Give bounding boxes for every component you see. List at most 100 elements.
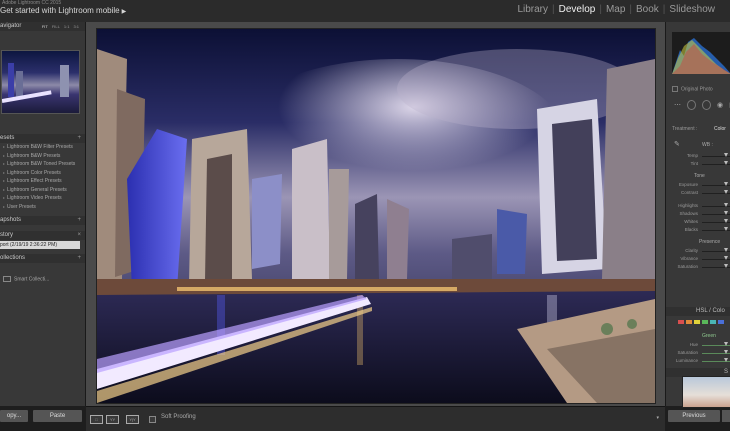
zoom-fit[interactable]: FIT (42, 22, 48, 31)
preset-folder[interactable]: ▸ Lightroom B&W Filter Presets (0, 143, 85, 152)
histogram[interactable] (672, 32, 730, 74)
whites-slider[interactable]: Whites (672, 218, 730, 226)
color-swatch-orange[interactable] (686, 320, 692, 324)
red-eye-icon[interactable]: ◉ (717, 101, 723, 109)
copy-settings-button[interactable]: opy... (0, 410, 28, 422)
color-swatch-green[interactable] (702, 320, 708, 324)
collections-title: ollections (0, 255, 26, 261)
identity-text: Get started with Lightroom mobile (0, 6, 120, 15)
original-photo-checkbox[interactable] (672, 86, 678, 92)
navigator-header[interactable]: avigator FIT FILL 1:1 3:1 (0, 22, 85, 31)
clear-history-icon[interactable]: × (77, 231, 81, 240)
color-swatch-red[interactable] (678, 320, 684, 324)
disclosure-triangle-icon: ▸ (3, 169, 6, 175)
slider-label: Tint (690, 161, 698, 166)
color-swatch-yellow[interactable] (694, 320, 700, 324)
collections-header[interactable]: ollections + (0, 254, 85, 263)
slider-label: Shadows (679, 211, 698, 216)
module-book[interactable]: Book (633, 4, 662, 15)
presets-title: esets (0, 135, 15, 141)
treatment-color-option[interactable]: Color (714, 126, 726, 132)
loupe-view-icon[interactable]: □ (90, 415, 103, 424)
navigator-zoom-modes: FIT FILL 1:1 3:1 (42, 22, 79, 31)
snapshots-title: apshots (0, 217, 22, 223)
hsl-title: HSL / Colo (696, 308, 725, 314)
exposure-slider[interactable]: Exposure (672, 181, 730, 189)
disclosure-triangle-icon: ▸ (3, 161, 6, 166)
before-after-split-icon[interactable]: Y|Y (126, 415, 139, 424)
presence-label: Presence (699, 239, 721, 245)
shadows-slider[interactable]: Shadows (672, 210, 730, 218)
soft-proofing-checkbox[interactable] (149, 416, 156, 423)
disclosure-triangle-icon: ▸ (3, 152, 6, 158)
smart-collection-item[interactable]: Smart Collecti... (3, 276, 49, 282)
preset-folder[interactable]: ▸ Lightroom Effect Presets (0, 177, 85, 186)
module-library[interactable]: Library (514, 4, 551, 15)
module-develop[interactable]: Develop (556, 4, 599, 15)
preset-folder[interactable]: ▸ Lightroom B&W Toned Presets (0, 160, 85, 169)
white-balance-selector-icon[interactable]: ✎ (674, 140, 680, 148)
right-panel: Original Photo ⋯ ◉ ▮ Treatment : Color ✎… (665, 22, 730, 408)
snapshots-header[interactable]: apshots + (0, 216, 85, 225)
preset-folder[interactable]: ▸ Lightroom Color Presets (0, 169, 85, 178)
spot-removal-icon[interactable] (702, 100, 712, 110)
crop-icon[interactable] (687, 100, 697, 110)
grid-icon[interactable]: ⋯ (674, 101, 681, 109)
saturation-slider[interactable]: Saturation (672, 263, 730, 271)
preset-folder-label: Lightroom B&W Filter Presets (7, 144, 73, 150)
zoom-3-1[interactable]: 3:1 (73, 22, 79, 31)
color-swatch-blue[interactable] (718, 320, 724, 324)
add-snapshot-icon[interactable]: + (77, 216, 81, 225)
preset-folder[interactable]: ▸ User Presets (0, 203, 85, 212)
history-step[interactable]: port (2/19/19 2:36:22 PM) (0, 241, 80, 249)
vibrance-slider[interactable]: Vibrance (672, 255, 730, 263)
tint-slider[interactable]: Tint (672, 160, 730, 168)
disclosure-triangle-icon: ▸ (3, 186, 6, 192)
preset-folder[interactable]: ▸ Lightroom B&W Presets (0, 152, 85, 161)
hsl-hue-slider[interactable]: Hue (672, 341, 730, 349)
zoom-1-1[interactable]: 1:1 (64, 22, 70, 31)
history-title: story (0, 232, 14, 238)
module-map[interactable]: Map (603, 4, 628, 15)
tone-label: Tone (694, 173, 705, 179)
soft-proofing-label: Soft Proofing (161, 414, 196, 420)
play-icon: ▶ (121, 9, 127, 15)
hsl-color-swatches (678, 320, 724, 324)
dubai-marina-night-photo[interactable] (96, 28, 656, 404)
smart-collection-label: Smart Collecti... (14, 276, 50, 283)
before-after-icon[interactable]: YY (106, 415, 119, 424)
identity-plate[interactable]: Get started with Lightroom mobile ▶ (0, 6, 126, 15)
contrast-slider[interactable]: Contrast (672, 189, 730, 197)
history-header[interactable]: story × (0, 231, 85, 240)
preset-folder-label: Lightroom Effect Presets (7, 178, 62, 184)
hsl-luminance-slider[interactable]: Luminance (672, 357, 730, 365)
highlights-slider[interactable]: Highlights (672, 202, 730, 210)
original-photo-toggle[interactable]: Original Photo (672, 86, 713, 92)
slider-label: Contrast (680, 190, 698, 195)
presets-header[interactable]: esets + (0, 134, 85, 143)
clarity-slider[interactable]: Clarity (672, 247, 730, 255)
color-swatch-aqua[interactable] (710, 320, 716, 324)
blacks-slider[interactable]: Blacks (672, 226, 730, 234)
temp-slider[interactable]: Temp (672, 152, 730, 160)
hsl-active-color: Green (702, 333, 716, 339)
navigator-preview[interactable] (1, 50, 80, 114)
preset-folder[interactable]: ▸ Lightroom Video Presets (0, 194, 85, 203)
wb-label: WB : (702, 142, 713, 148)
toolbar-menu-icon[interactable]: ▾ (656, 415, 659, 421)
previous-button[interactable]: Previous (668, 410, 720, 422)
hsl-saturation-slider[interactable]: Saturation (672, 349, 730, 357)
collection-set-icon (3, 276, 11, 282)
paste-settings-button[interactable]: Paste (33, 410, 82, 422)
reset-button-edge[interactable] (722, 410, 730, 422)
slider-label: Luminance (675, 358, 698, 363)
preset-folder[interactable]: ▸ Lightroom General Presets (0, 186, 85, 195)
preset-folder-label: Lightroom Video Presets (7, 195, 62, 201)
add-collection-icon[interactable]: + (77, 254, 81, 263)
hsl-panel-header[interactable]: HSL / Colo (666, 307, 730, 316)
add-preset-icon[interactable]: + (77, 134, 81, 143)
top-bar: Adobe Lightroom CC 2015 Get started with… (0, 0, 730, 23)
zoom-fill[interactable]: FILL (52, 22, 60, 31)
module-slideshow[interactable]: Slideshow (666, 4, 718, 15)
filmstrip-thumbnail[interactable] (682, 376, 730, 408)
